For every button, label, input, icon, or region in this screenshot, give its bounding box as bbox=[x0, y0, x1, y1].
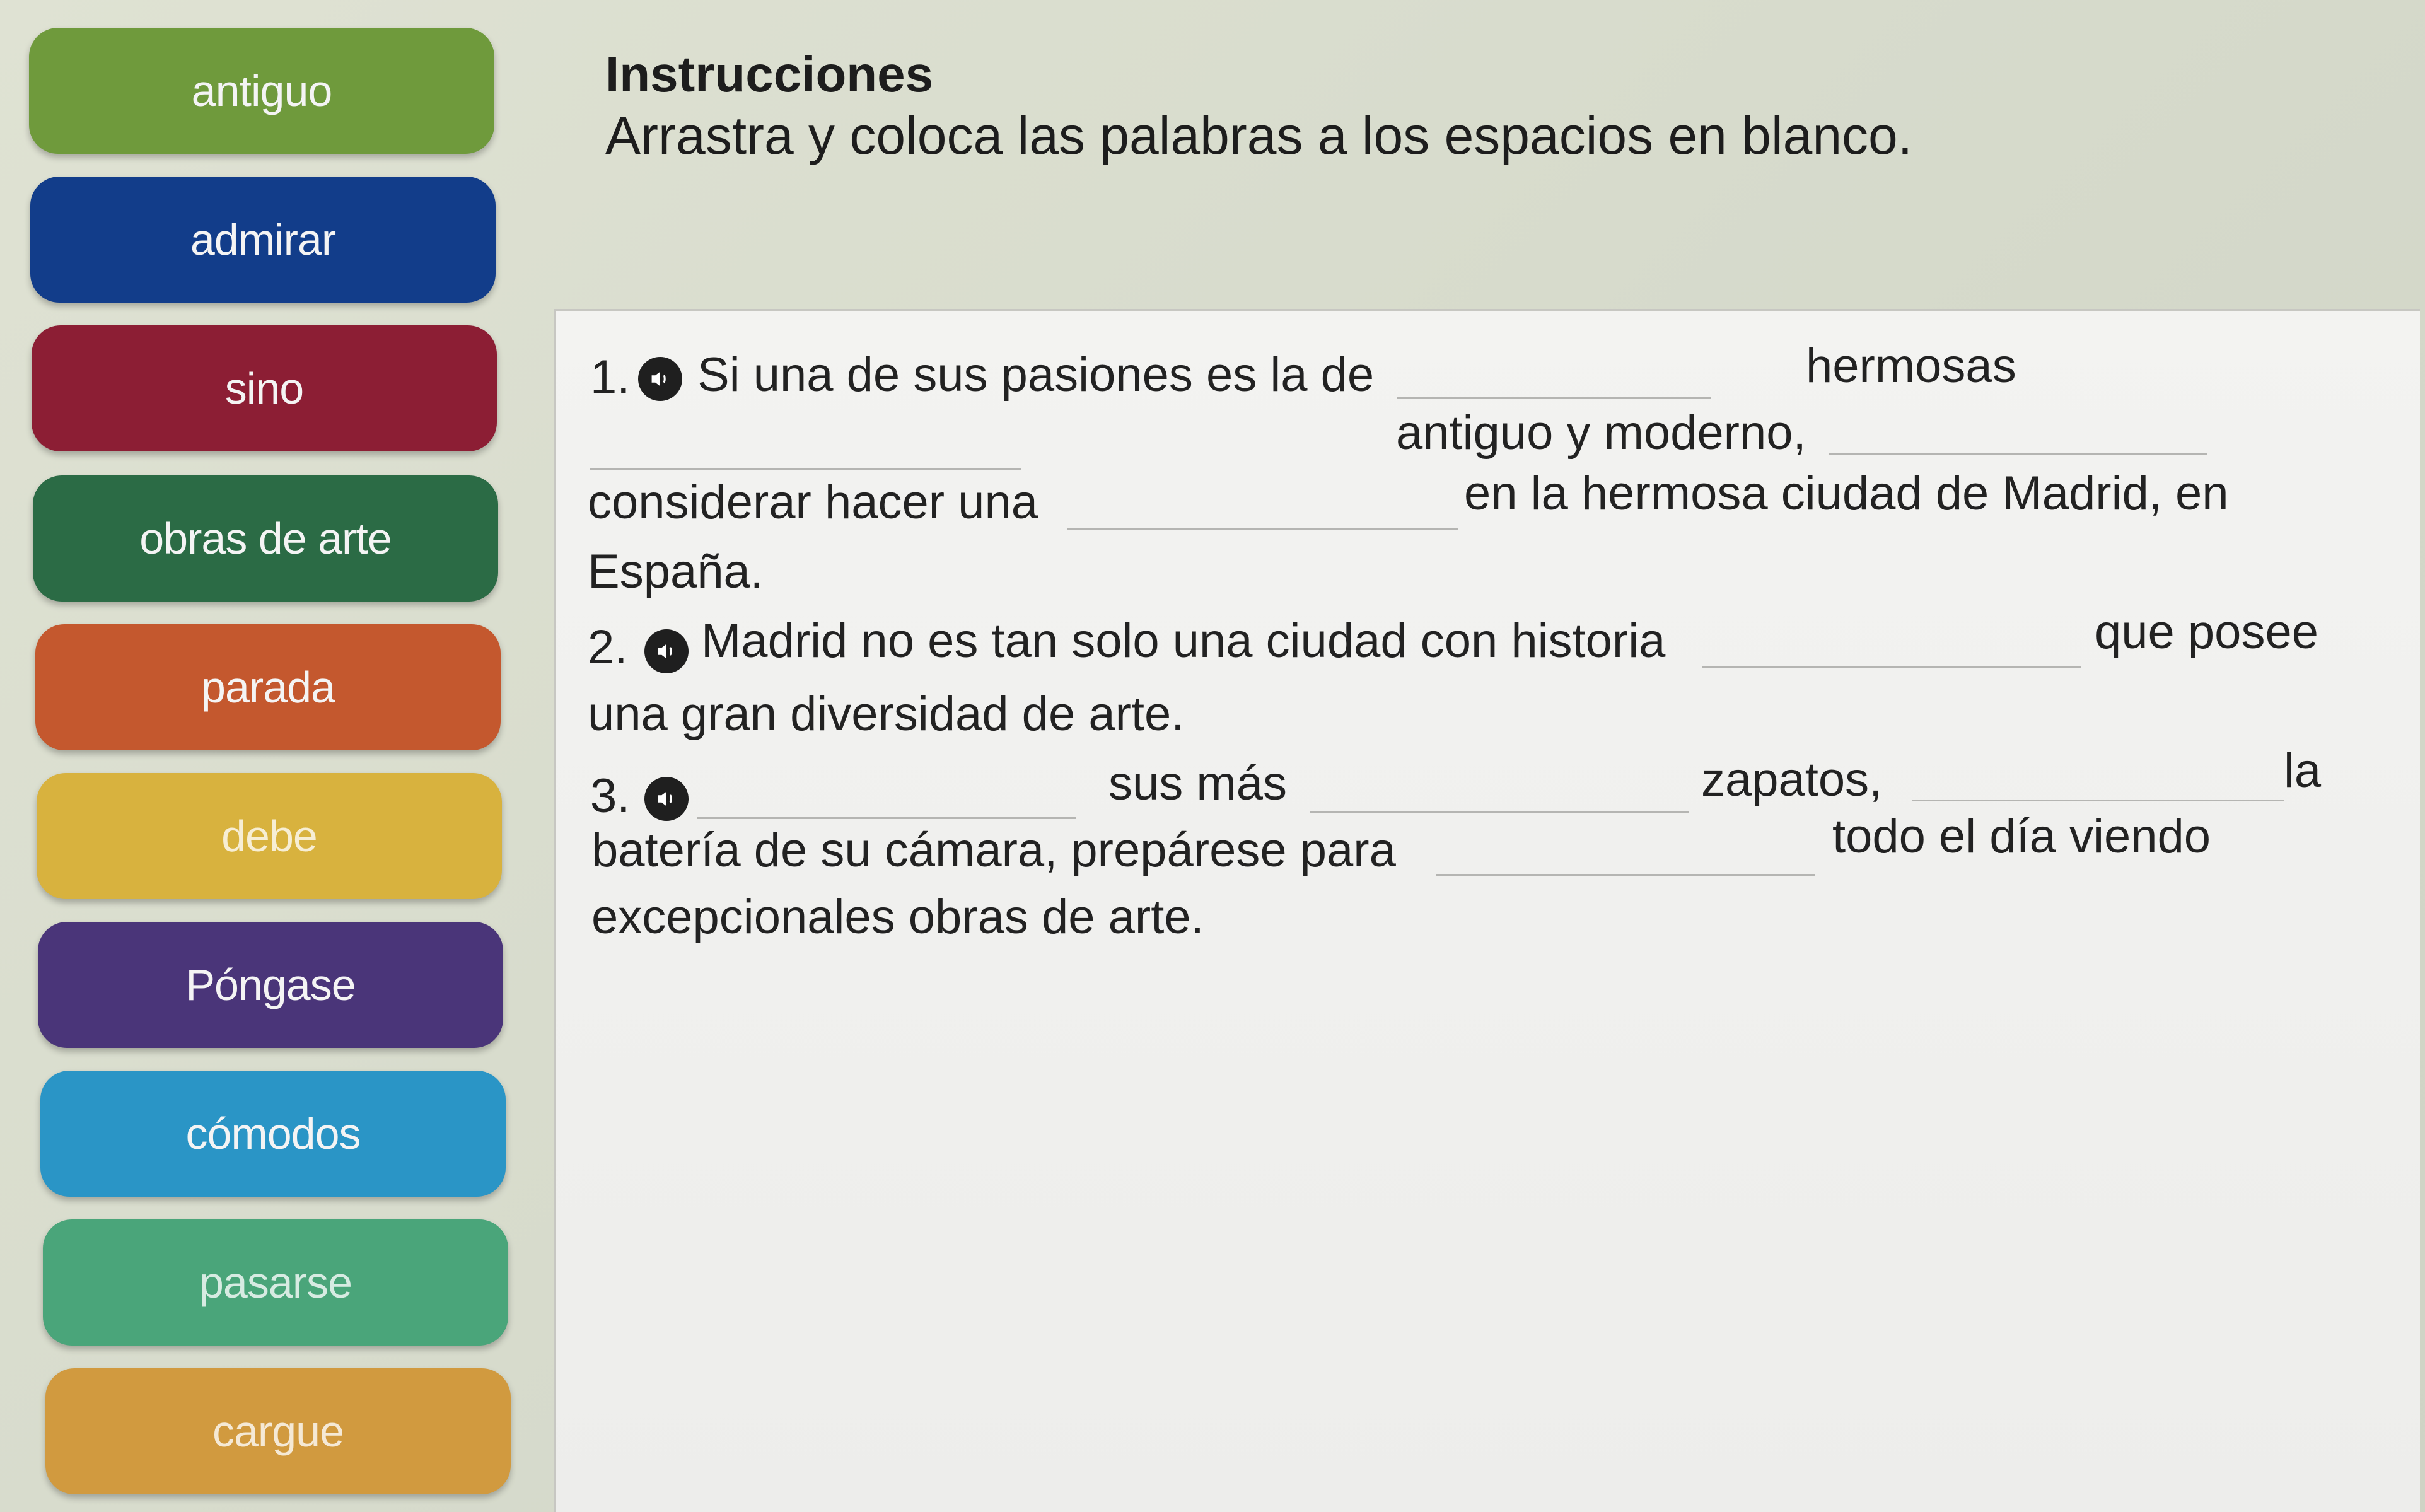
speaker-icon[interactable] bbox=[644, 629, 689, 673]
question-3-text-6: excepcionales obras de arte. bbox=[591, 890, 1204, 944]
blank-2a[interactable] bbox=[1702, 666, 2081, 668]
blank-1d[interactable] bbox=[1067, 528, 1458, 530]
question-1-number: 1. bbox=[590, 351, 631, 404]
blank-3c[interactable] bbox=[1912, 800, 2284, 801]
word-tile-label: debe bbox=[221, 811, 318, 861]
word-tile-comodos[interactable]: cómodos bbox=[40, 1071, 506, 1197]
question-1-text-6: España. bbox=[588, 545, 764, 598]
question-3-number: 3. bbox=[590, 769, 631, 823]
instructions: Instrucciones Arrastra y coloca las pala… bbox=[605, 44, 2308, 167]
blank-1c[interactable] bbox=[1829, 453, 2207, 455]
instructions-title: Instrucciones bbox=[605, 46, 934, 102]
question-3-text-3: la bbox=[2284, 744, 2322, 798]
exercise-panel: 1. Si una de sus pasiones es la de hermo… bbox=[554, 309, 2420, 1512]
question-3-text-2: zapatos, bbox=[1701, 753, 1883, 806]
question-1-text-1: Si una de sus pasiones es la de bbox=[697, 348, 1375, 402]
question-3-text-5: todo el día viendo bbox=[1832, 810, 2211, 863]
question-2-text-2: que posee bbox=[2095, 605, 2318, 659]
word-tile-parada[interactable]: parada bbox=[35, 624, 501, 750]
word-tile-label: antiguo bbox=[191, 66, 333, 115]
word-bank: antiguo admirar sino obras de arte parad… bbox=[0, 0, 523, 1512]
question-3-text-1: sus más bbox=[1108, 757, 1287, 810]
word-tile-cargue[interactable]: cargue bbox=[45, 1368, 511, 1494]
question-2-text-1: Madrid no es tan solo una ciudad con his… bbox=[701, 614, 1666, 668]
speaker-icon[interactable] bbox=[644, 777, 689, 821]
question-1-text-2: hermosas bbox=[1806, 339, 2016, 393]
word-tile-label: cómodos bbox=[185, 1109, 361, 1158]
word-tile-pasarse[interactable]: pasarse bbox=[43, 1219, 508, 1346]
word-tile-label: cargue bbox=[212, 1407, 344, 1456]
question-2-text-3: una gran diversidad de arte. bbox=[588, 687, 1185, 741]
word-tile-label: obras de arte bbox=[139, 514, 392, 563]
instructions-text: Arrastra y coloca las palabras a los esp… bbox=[605, 106, 1913, 165]
blank-1b[interactable] bbox=[590, 468, 1021, 470]
blank-3a[interactable] bbox=[697, 817, 1076, 819]
word-tile-debe[interactable]: debe bbox=[37, 773, 502, 899]
word-tile-obras-de-arte[interactable]: obras de arte bbox=[33, 475, 498, 602]
speaker-icon[interactable] bbox=[638, 357, 682, 401]
question-1-text-3: antiguo y moderno, bbox=[1396, 406, 1806, 460]
question-1-text-4: considerar hacer una bbox=[588, 475, 1038, 529]
question-3-text-4: batería de su cámara, prepárese para bbox=[591, 823, 1396, 877]
word-tile-label: parada bbox=[201, 663, 335, 712]
question-2-number: 2. bbox=[588, 620, 628, 674]
word-tile-pongase[interactable]: Póngase bbox=[38, 922, 503, 1048]
blank-3b[interactable] bbox=[1310, 811, 1689, 813]
word-tile-label: sino bbox=[224, 364, 304, 413]
word-tile-label: admirar bbox=[190, 215, 336, 264]
blank-1a[interactable] bbox=[1397, 397, 1711, 399]
word-tile-antiguo[interactable]: antiguo bbox=[29, 28, 494, 154]
word-tile-sino[interactable]: sino bbox=[32, 325, 497, 451]
blank-3d[interactable] bbox=[1436, 874, 1815, 876]
word-tile-admirar[interactable]: admirar bbox=[30, 177, 496, 303]
question-1-text-5: en la hermosa ciudad de Madrid, en bbox=[1464, 467, 2229, 520]
word-tile-label: Póngase bbox=[185, 960, 356, 1009]
word-tile-label: pasarse bbox=[199, 1258, 352, 1307]
